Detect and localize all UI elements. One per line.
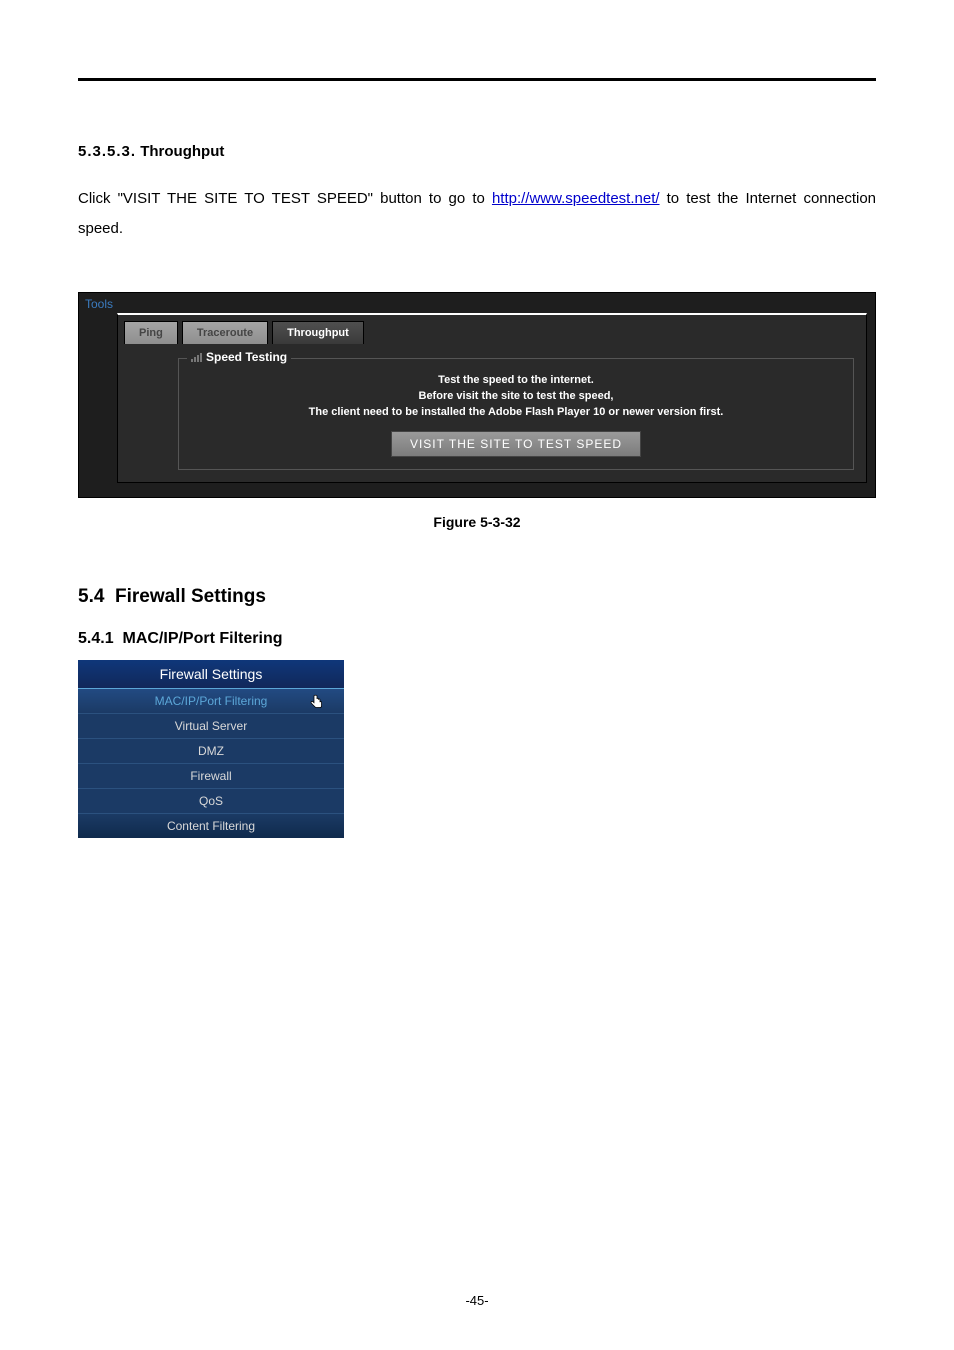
heading-throughput: 5.3.5.3. Throughput: [78, 143, 876, 160]
tab-throughput[interactable]: Throughput: [272, 321, 364, 344]
heading-54-number: 5.4: [78, 586, 104, 607]
firewall-menu-item-content-filtering[interactable]: Content Filtering: [78, 814, 344, 838]
firewall-menu-item-virtual-server[interactable]: Virtual Server: [78, 714, 344, 739]
para-pre: Click "VISIT THE SITE TO TEST SPEED" but…: [78, 190, 492, 207]
legend-label: Speed Testing: [206, 350, 287, 364]
figure-caption: Figure 5-3-32: [78, 514, 876, 530]
tab-traceroute[interactable]: Traceroute: [182, 321, 268, 344]
firewall-menu-item-qos[interactable]: QoS: [78, 789, 344, 814]
fw-item-label: Firewall: [190, 769, 231, 783]
tools-title: Tools: [79, 293, 875, 313]
heading-title: Throughput: [140, 143, 224, 160]
heading-number: 5.3.5.3.: [78, 143, 136, 160]
heading-54-title: Firewall Settings: [115, 586, 266, 607]
fw-item-label: DMZ: [198, 744, 224, 758]
firewall-menu-item-mac[interactable]: MAC/IP/Port Filtering: [78, 689, 344, 714]
heading-541-number: 5.4.1: [78, 630, 114, 647]
fw-item-label: QoS: [199, 794, 223, 808]
speed-testing-legend: Speed Testing: [187, 350, 291, 364]
heading-541-title: MAC/IP/Port Filtering: [122, 630, 282, 647]
throughput-paragraph: Click "VISIT THE SITE TO TEST SPEED" but…: [78, 184, 876, 244]
figure-throughput: Tools Ping Traceroute Throughput Speed T…: [78, 292, 876, 498]
heading-mac-ip-port: 5.4.1 MAC/IP/Port Filtering: [78, 630, 876, 648]
fw-item-label: Content Filtering: [167, 819, 255, 833]
speedtest-link[interactable]: http://www.speedtest.net/: [492, 190, 660, 207]
firewall-menu-item-dmz[interactable]: DMZ: [78, 739, 344, 764]
speed-line-2: Before visit the site to test the speed,: [189, 389, 843, 405]
firewall-menu-header: Firewall Settings: [78, 660, 344, 689]
speed-testing-text: Test the speed to the internet. Before v…: [189, 373, 843, 421]
tabs-row: Ping Traceroute Throughput: [118, 315, 866, 344]
fw-item-label: MAC/IP/Port Filtering: [155, 694, 268, 708]
speed-testing-fieldset: Speed Testing Test the speed to the inte…: [178, 358, 854, 470]
fw-item-label: Virtual Server: [175, 719, 247, 733]
signal-bars-icon: [191, 353, 202, 362]
cursor-hand-icon: [308, 693, 326, 711]
firewall-menu: Firewall Settings MAC/IP/Port Filtering …: [78, 660, 344, 838]
tools-panel: Tools Ping Traceroute Throughput Speed T…: [78, 292, 876, 498]
tab-ping[interactable]: Ping: [124, 321, 178, 344]
speed-line-1: Test the speed to the internet.: [189, 373, 843, 389]
speed-line-3: The client need to be installed the Adob…: [189, 405, 843, 421]
firewall-menu-item-firewall[interactable]: Firewall: [78, 764, 344, 789]
page-top-rule: [78, 78, 876, 81]
page-number: -45-: [0, 1293, 954, 1308]
visit-site-button[interactable]: VISIT THE SITE TO TEST SPEED: [391, 431, 641, 457]
heading-firewall-settings: 5.4 Firewall Settings: [78, 586, 876, 608]
tools-inner: Ping Traceroute Throughput Speed Testing…: [117, 313, 867, 483]
